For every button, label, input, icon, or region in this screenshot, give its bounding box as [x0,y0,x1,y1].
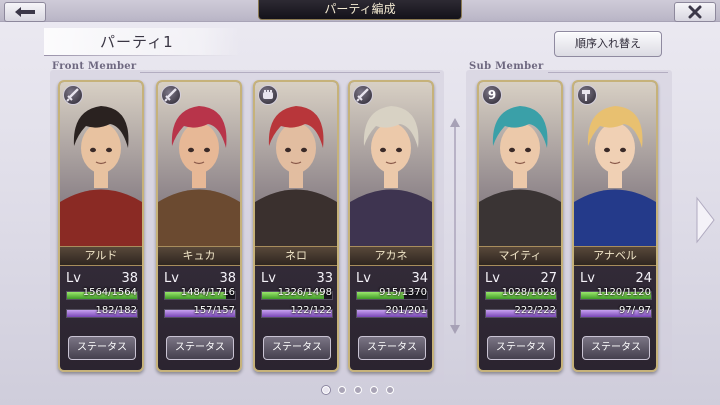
level-row: Lv 24 [580,270,652,288]
hp-bar: 1120/1120 [580,287,652,300]
page-dot[interactable] [322,386,330,394]
status-button[interactable]: ステータス [263,336,331,360]
page-indicator [322,386,394,396]
hp-value: 915/1370 [379,287,427,298]
mp-bar: 222/222 [485,305,557,318]
character-card[interactable]: 9 マイティ Lv 27 1028/1028 222/222 ステータス [477,80,563,372]
hp-bar: 1564/1564 [66,287,138,300]
level-row: Lv 27 [485,270,557,288]
status-button[interactable]: ステータス [487,336,555,360]
mp-bar: 157/157 [164,305,236,318]
hp-value: 1028/1028 [501,287,556,298]
fist-icon [263,90,273,99]
weapon-badge [258,85,278,105]
weapon-badge [577,85,597,105]
character-portrait [60,82,142,248]
mp-value: 201/201 [385,305,427,316]
page-dot[interactable] [354,386,362,394]
level-value: 38 [121,271,138,286]
front-member-label: Front Member [52,61,137,72]
character-portrait [255,82,337,248]
level-label: Lv [356,271,371,286]
sword-icon [66,88,79,102]
hp-value: 1326/1498 [277,287,332,298]
mp-bar: 122/122 [261,305,333,318]
level-value: 24 [635,271,652,286]
status-button[interactable]: ステータス [68,336,136,360]
character-name: アルド [60,246,142,266]
close-button[interactable] [674,2,716,22]
status-button[interactable]: ステータス [166,336,234,360]
sub-member-label: Sub Member [469,61,544,72]
weapon-badge [161,85,181,105]
character-portrait [574,82,656,248]
character-card[interactable]: アルド Lv 38 1564/1564 182/182 ステータス [58,80,144,372]
back-button[interactable] [4,2,46,22]
character-name: キュカ [158,246,240,266]
mp-bar: 201/201 [356,305,428,318]
hp-value: 1484/1716 [180,287,235,298]
mp-bar: 97/ 97 [580,305,652,318]
level-value: 38 [219,271,236,286]
left-arrow-icon [15,7,35,17]
character-card[interactable]: アカネ Lv 34 915/1370 201/201 ステータス [348,80,434,372]
weapon-badge [63,85,83,105]
sub-member-divider [548,72,668,73]
hp-bar: 1028/1028 [485,287,557,300]
mp-bar: 182/182 [66,305,138,318]
level-label: Lv [580,271,595,286]
hammer-icon [582,90,590,101]
next-page-arrow-icon[interactable] [694,196,716,244]
level-row: Lv 38 [66,270,138,288]
level-label: Lv [261,271,276,286]
level-label: Lv [164,271,179,286]
close-icon [688,5,702,19]
page-dot[interactable] [386,386,394,394]
number-9-icon: 9 [487,88,497,102]
screen-title: パーティ編成 [258,0,462,20]
mp-value: 97/ 97 [619,305,651,316]
weapon-badge: 9 [482,85,502,105]
hp-value: 1120/1120 [596,287,651,298]
level-value: 27 [540,271,557,286]
character-portrait [350,82,432,248]
mp-value: 122/122 [290,305,332,316]
sword-icon [164,88,177,102]
character-name: アナベル [574,246,656,266]
hp-bar: 915/1370 [356,287,428,300]
front-member-divider [140,72,440,73]
level-label: Lv [485,271,500,286]
mp-value: 182/182 [95,305,137,316]
level-value: 34 [411,271,428,286]
sword-icon [356,88,369,102]
reorder-button[interactable]: 順序入れ替え [554,31,662,57]
character-portrait [479,82,561,248]
character-card[interactable]: キュカ Lv 38 1484/1716 157/157 ステータス [156,80,242,372]
page-dot[interactable] [370,386,378,394]
character-name: アカネ [350,246,432,266]
status-button[interactable]: ステータス [358,336,426,360]
character-card[interactable]: アナベル Lv 24 1120/1120 97/ 97 ステータス [572,80,658,372]
level-label: Lv [66,271,81,286]
character-name: マイティ [479,246,561,266]
party-name: パーティ1 [44,28,240,56]
status-button[interactable]: ステータス [582,336,650,360]
level-value: 33 [316,271,333,286]
swap-arrows-icon [450,118,460,334]
character-card[interactable]: ネロ Lv 33 1326/1498 122/122 ステータス [253,80,339,372]
level-row: Lv 34 [356,270,428,288]
level-row: Lv 33 [261,270,333,288]
weapon-badge [353,85,373,105]
hp-value: 1564/1564 [82,287,137,298]
character-portrait [158,82,240,248]
mp-value: 157/157 [193,305,235,316]
character-name: ネロ [255,246,337,266]
hp-bar: 1484/1716 [164,287,236,300]
hp-bar: 1326/1498 [261,287,333,300]
page-dot[interactable] [338,386,346,394]
level-row: Lv 38 [164,270,236,288]
mp-value: 222/222 [514,305,556,316]
